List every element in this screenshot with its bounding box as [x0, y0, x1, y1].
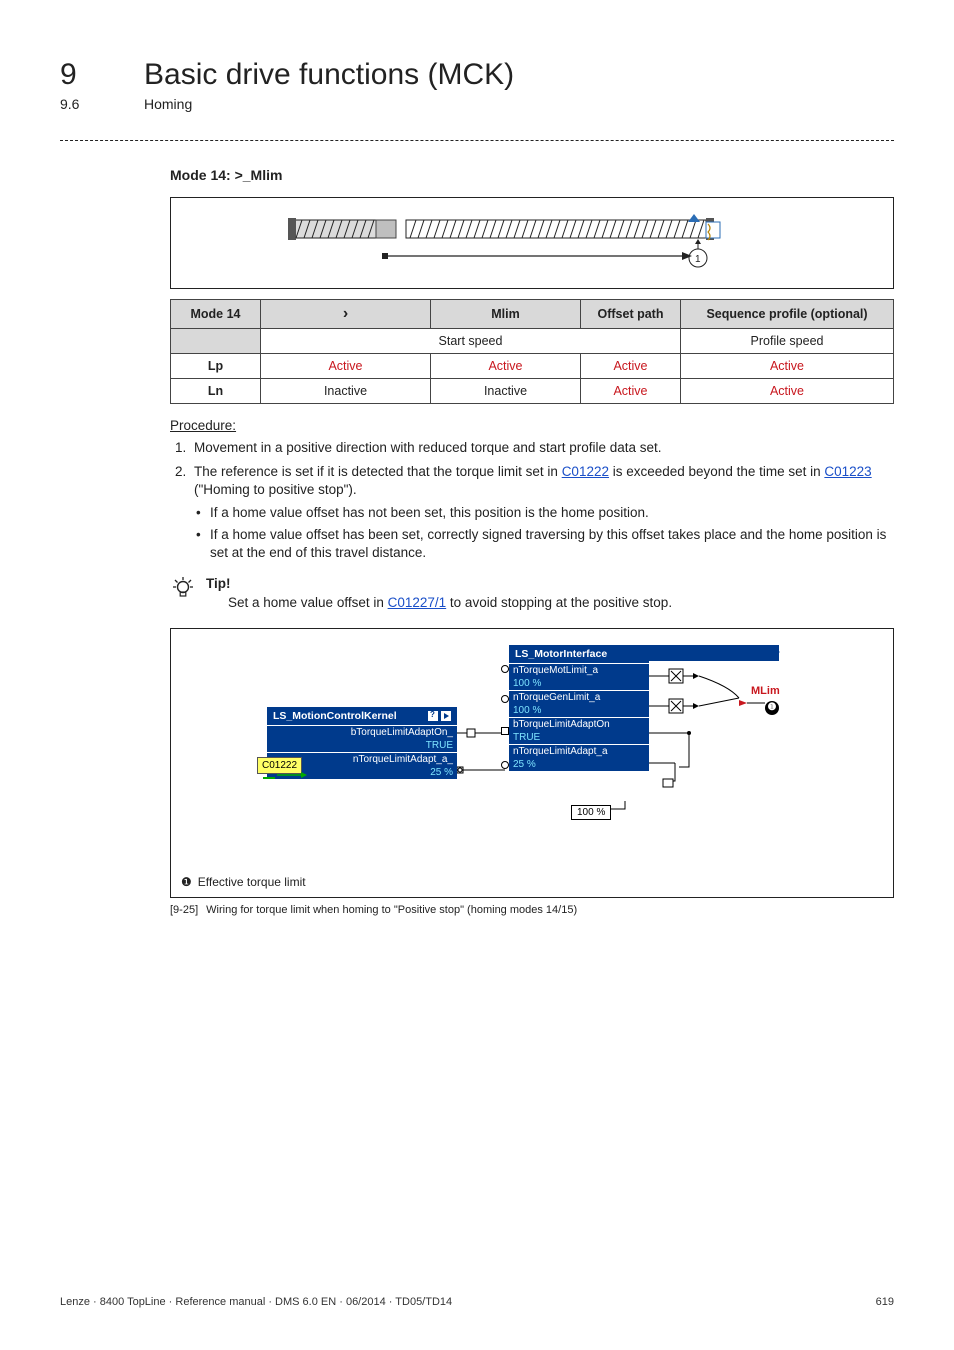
- svg-text:1: 1: [695, 254, 701, 265]
- lightbulb-icon: [170, 576, 196, 602]
- port-square: [501, 727, 509, 735]
- th-mode: Mode 14: [171, 300, 261, 329]
- fb2-val1: 100 %: [509, 677, 649, 690]
- footnote-marker: ❶: [181, 875, 192, 889]
- cell: Active: [431, 354, 581, 379]
- chapter-number: 9: [60, 58, 108, 92]
- fb2-val4: 25 %: [509, 758, 649, 771]
- tip-text: Set a home value offset in C01227/1 to a…: [228, 595, 672, 610]
- cell: Active: [581, 354, 681, 379]
- step2-text-a: The reference is set if it is detected t…: [194, 464, 562, 479]
- cell: Active: [581, 379, 681, 404]
- figure-tag: [9-25]: [170, 904, 198, 916]
- separator: [60, 140, 894, 141]
- fb2-title-text: LS_MotorInterface: [515, 648, 607, 660]
- port-dot: [501, 665, 509, 673]
- chapter-title: Basic drive functions (MCK): [144, 58, 514, 92]
- fb2-port4: nTorqueLimitAdapt_a: [509, 745, 649, 758]
- th-direction: ›: [261, 300, 431, 329]
- tip-text-a: Set a home value offset in: [228, 595, 388, 610]
- figure-caption: Wiring for torque limit when homing to "…: [206, 904, 577, 916]
- step2-text-c: ("Homing to positive stop").: [194, 482, 357, 497]
- mode-heading: Mode 14: >_Mlim: [170, 167, 894, 183]
- tip-text-b: to avoid stopping at the positive stop.: [446, 595, 672, 610]
- th-blank: [171, 329, 261, 354]
- procedure-step-2: The reference is set if it is detected t…: [190, 463, 894, 562]
- fb2-port1: nTorqueMotLimit_a: [509, 664, 649, 677]
- page-number: 619: [876, 1296, 894, 1308]
- td-profile-speed: Profile speed: [681, 329, 894, 354]
- box-100pct: 100 %: [571, 805, 611, 820]
- footnote-text: Effective torque limit: [198, 875, 306, 889]
- link-c01227-1[interactable]: C01227/1: [388, 595, 447, 610]
- fb1-val1: TRUE: [267, 739, 457, 752]
- procedure-step-1: Movement in a positive direction with re…: [190, 439, 894, 457]
- procedure-sub-2: If a home value offset has been set, cor…: [196, 526, 894, 562]
- th-offset: Offset path: [581, 300, 681, 329]
- table-row: Lp Active Active Active Active: [171, 354, 894, 379]
- table-row: Ln Inactive Inactive Active Active: [171, 379, 894, 404]
- port-dot: [501, 695, 509, 703]
- row-label-ln: Ln: [171, 379, 261, 404]
- td-start-speed: Start speed: [261, 329, 681, 354]
- procedure-heading: Procedure:: [170, 418, 894, 433]
- th-sequence: Sequence profile (optional): [681, 300, 894, 329]
- link-c01222[interactable]: C01222: [562, 464, 609, 479]
- link-c01223[interactable]: C01223: [824, 464, 871, 479]
- homing-diagram: 1: [170, 197, 894, 289]
- row-label-lp: Lp: [171, 354, 261, 379]
- section-number: 9.6: [60, 96, 108, 112]
- cell: Inactive: [261, 379, 431, 404]
- procedure-sub-1: If a home value offset has not been set,…: [196, 504, 894, 522]
- cell: Active: [681, 354, 894, 379]
- block-diagram: LS_MotionControlKernel bTorqueLimitAdapt…: [170, 628, 894, 898]
- fb1-title: LS_MotionControlKernel: [267, 707, 457, 725]
- help-icon: [428, 711, 438, 721]
- fb2-port2: nTorqueGenLimit_a: [509, 691, 649, 704]
- step2-text-b: is exceeded beyond the time set in: [609, 464, 824, 479]
- section-title: Homing: [144, 96, 192, 112]
- fb2-val3: TRUE: [509, 731, 649, 744]
- cell: Active: [261, 354, 431, 379]
- tip-label: Tip!: [206, 576, 672, 591]
- fb1-title-text: LS_MotionControlKernel: [273, 710, 397, 722]
- mode-table: Mode 14 › Mlim Offset path Sequence prof…: [170, 299, 894, 404]
- cell: Inactive: [431, 379, 581, 404]
- fb2-port3: bTorqueLimitAdaptOn: [509, 718, 649, 731]
- fb2-title: LS_MotorInterface: [509, 645, 649, 663]
- footer-left: Lenze · 8400 TopLine · Reference manual …: [60, 1296, 452, 1308]
- th-mlim: Mlim: [431, 300, 581, 329]
- fb1-port1: bTorqueLimitAdaptOn_: [267, 726, 457, 739]
- fb2-val2: 100 %: [509, 704, 649, 717]
- cell: Active: [681, 379, 894, 404]
- detail-icon: [441, 711, 451, 721]
